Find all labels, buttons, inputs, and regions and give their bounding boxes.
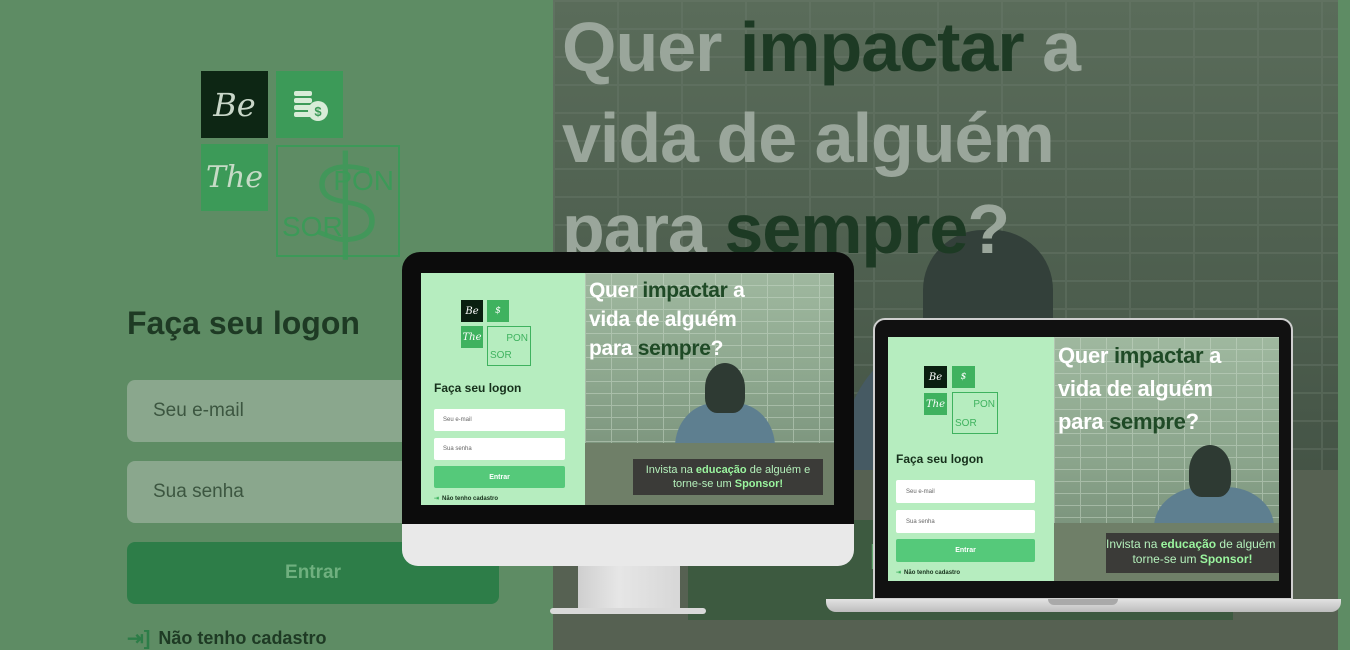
laptop-banner: Invista na educação de alguém e torne-se… <box>1106 533 1279 573</box>
monitor-register-link: ⇥ Não tenho cadastro <box>434 495 499 503</box>
svg-text:$: $ <box>314 104 322 119</box>
monitor-stand <box>578 566 680 610</box>
desktop-monitor: Quer impactar a vida de alguém para semp… <box>402 252 854 566</box>
monitor-password-field: Sua senha <box>434 438 565 460</box>
logo: Be $ The $ PON SOR <box>201 71 401 275</box>
coins-icon: $ <box>276 71 343 138</box>
logo-tile-sponsor: $ PON SOR <box>276 137 400 267</box>
monitor-email-field: Seu e-mail <box>434 409 565 431</box>
monitor-submit-button: Entrar <box>434 466 565 488</box>
monitor-login-title: Faça seu logon <box>434 381 522 395</box>
laptop-notch <box>1048 599 1118 605</box>
monitor-banner: Invista na educação de alguém e torne-se… <box>633 459 823 495</box>
laptop-submit-button: Entrar <box>896 539 1035 562</box>
background-headline: Quer impactar a vida de alguém para semp… <box>562 8 1081 268</box>
laptop-password-field: Sua senha <box>896 510 1035 533</box>
page-title: Faça seu logon <box>127 305 360 341</box>
laptop-headline: Quer impactar a vida de alguém para semp… <box>1058 343 1222 434</box>
register-link[interactable]: ⇥] Não tenho cadastro <box>127 626 326 650</box>
monitor-logo: Be $ The PON SOR <box>461 300 531 366</box>
monitor-headline: Quer impactar a vida de alguém para semp… <box>589 279 745 360</box>
logo-tile-the: The <box>201 144 268 211</box>
logo-tile-be: Be <box>201 71 268 138</box>
laptop: Quer impactar a vida de alguém para semp… <box>873 318 1293 600</box>
laptop-login-title: Faça seu logon <box>896 452 984 466</box>
monitor-stand-base <box>550 608 706 614</box>
laptop-screen: Quer impactar a vida de alguém para semp… <box>888 337 1279 581</box>
log-in-icon: ⇥] <box>127 628 151 650</box>
laptop-email-field: Seu e-mail <box>896 480 1035 503</box>
laptop-logo: Be $ The PON SOR <box>924 366 1000 434</box>
monitor-screen: Quer impactar a vida de alguém para semp… <box>421 273 834 505</box>
laptop-register-link: ⇥ Não tenho cadastro <box>896 569 961 577</box>
background-edge <box>1338 0 1350 650</box>
